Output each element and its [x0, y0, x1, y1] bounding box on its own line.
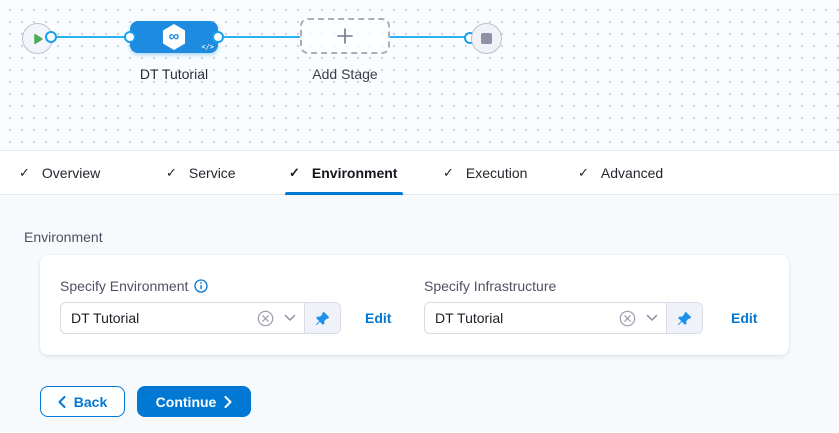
cd-stage-icon: ∞: [162, 24, 186, 50]
info-icon[interactable]: [194, 279, 208, 293]
edit-infrastructure-link[interactable]: Edit: [731, 310, 757, 326]
pipeline-end-node: [471, 23, 502, 54]
tab-label: Environment: [312, 165, 398, 181]
tab-label: Overview: [42, 165, 100, 181]
play-icon: [32, 33, 44, 45]
tab-label: Service: [189, 165, 236, 181]
back-button[interactable]: Back: [40, 386, 125, 417]
tab-service[interactable]: ✓ Service: [166, 151, 236, 195]
stage-node-label: DT Tutorial: [118, 66, 230, 82]
check-icon: ✓: [19, 165, 30, 181]
environment-section: Environment Specify Environment DT Tutor…: [0, 195, 839, 432]
pipeline-edge: [50, 36, 130, 38]
tab-label: Execution: [466, 165, 527, 181]
tab-label: Advanced: [601, 165, 663, 181]
add-stage-button[interactable]: [300, 18, 390, 54]
field-label: Specify Environment: [60, 278, 188, 294]
tab-environment[interactable]: ✓ Environment: [289, 151, 397, 195]
chevron-left-icon: [58, 396, 66, 408]
continue-button[interactable]: Continue: [137, 386, 251, 417]
chevron-right-icon: [224, 396, 232, 408]
environment-card: Specify Environment DT Tutorial: [40, 255, 789, 355]
back-button-label: Back: [74, 394, 107, 410]
pipeline-edge: [388, 36, 466, 38]
chevron-down-icon[interactable]: [284, 314, 296, 322]
pipeline-edge: [218, 36, 302, 38]
clear-icon[interactable]: [257, 310, 274, 327]
check-icon: ✓: [578, 165, 589, 181]
clear-icon[interactable]: [619, 310, 636, 327]
field-label: Specify Infrastructure: [424, 278, 556, 294]
pin-button[interactable]: [304, 303, 340, 333]
stage-node-dt-tutorial[interactable]: ∞ </>: [130, 21, 218, 53]
pin-icon: [315, 311, 330, 326]
tab-advanced[interactable]: ✓ Advanced: [578, 151, 663, 195]
section-heading: Environment: [24, 229, 815, 245]
connector-port: [45, 31, 57, 43]
continue-button-label: Continue: [156, 394, 217, 410]
add-stage-label: Add Stage: [300, 66, 390, 82]
edit-environment-link[interactable]: Edit: [365, 310, 391, 326]
plus-icon: [336, 27, 354, 45]
check-icon: ✓: [166, 165, 177, 181]
tab-execution[interactable]: ✓ Execution: [443, 151, 527, 195]
pipeline-canvas[interactable]: ∞ </> DT Tutorial Add Stage: [0, 0, 839, 151]
stop-icon: [481, 33, 492, 44]
connector-port: [124, 31, 136, 43]
specify-infrastructure-field: Specify Infrastructure DT Tutorial: [424, 278, 757, 355]
check-icon: ✓: [289, 165, 300, 181]
pin-button[interactable]: [666, 303, 702, 333]
check-icon: ✓: [443, 165, 454, 181]
connector-port: [212, 31, 224, 43]
wizard-footer: Back Continue: [40, 386, 815, 417]
stage-tabs: ✓ Overview ✓ Service ✓ Environment ✓ Exe…: [0, 151, 839, 195]
tab-overview[interactable]: ✓ Overview: [19, 151, 100, 195]
specify-environment-field: Specify Environment DT Tutorial: [60, 278, 424, 355]
infrastructure-select-value[interactable]: DT Tutorial: [435, 310, 619, 326]
code-view-icon[interactable]: </>: [201, 43, 214, 51]
pin-icon: [677, 311, 692, 326]
infrastructure-select[interactable]: DT Tutorial: [424, 302, 703, 334]
environment-select[interactable]: DT Tutorial: [60, 302, 341, 334]
chevron-down-icon[interactable]: [646, 314, 658, 322]
environment-select-value[interactable]: DT Tutorial: [71, 310, 257, 326]
